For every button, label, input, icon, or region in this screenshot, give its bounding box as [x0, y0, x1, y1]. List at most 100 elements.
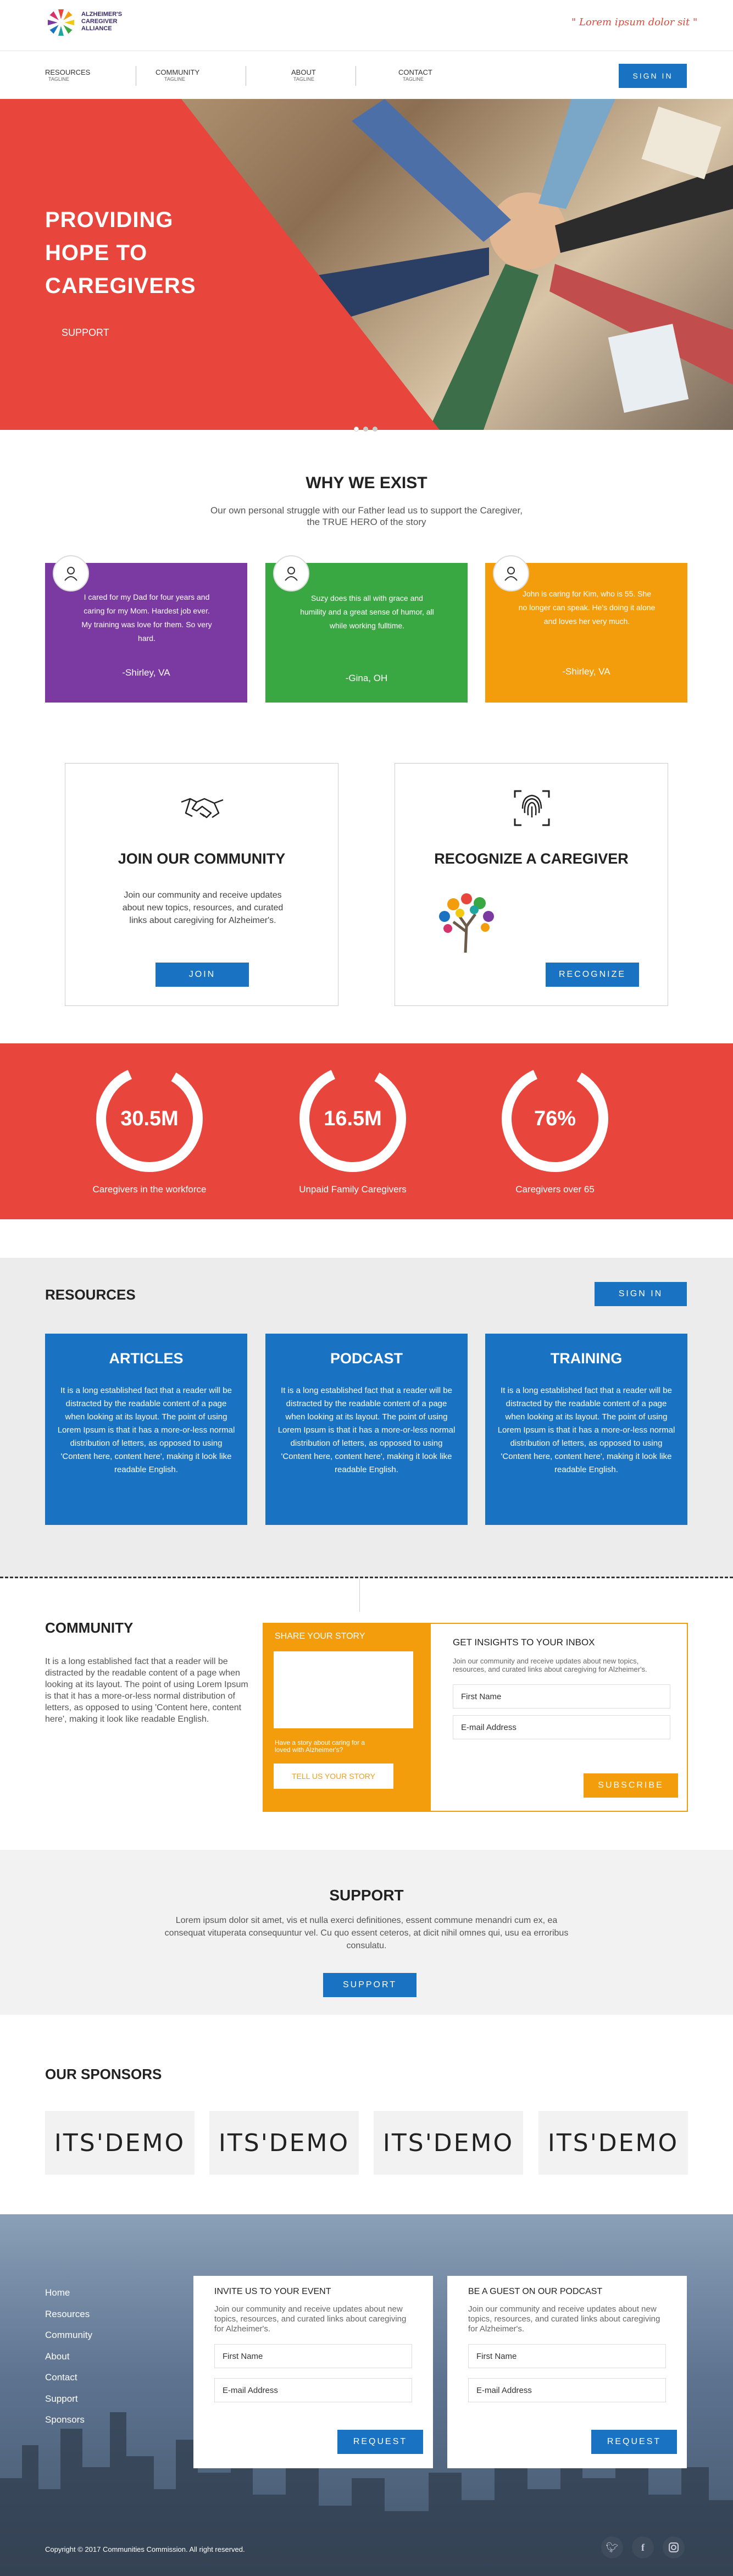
- carousel-dot[interactable]: [354, 427, 359, 432]
- footer-links: Home Resources Community About Contact S…: [45, 2282, 92, 2431]
- support-text: Lorem ipsum dolor sit amet, vis et nulla…: [164, 1916, 569, 1950]
- invite-event-card: INVITE US TO YOUR EVENT Join our communi…: [193, 2276, 433, 2468]
- facebook-icon[interactable]: f: [632, 2536, 654, 2558]
- nav-label: COMMUNITY: [156, 68, 200, 76]
- fingerprint-icon: [514, 790, 550, 826]
- nav-community[interactable]: COMMUNITY TAGLINE: [156, 68, 199, 82]
- resource-card-text: It is a long established fact that a rea…: [57, 1386, 235, 1474]
- stat-label: Caregivers over 65: [515, 1184, 595, 1195]
- support-button[interactable]: SUPPORT: [323, 1973, 417, 1997]
- insights-title: GET INSIGHTS TO YOUR INBOX: [453, 1637, 595, 1648]
- join-community-box: JOIN OUR COMMUNITY Join our community an…: [65, 763, 338, 1006]
- resource-card-articles[interactable]: ARTICLES It is a long established fact t…: [45, 1334, 247, 1525]
- resource-card-text: It is a long established fact that a rea…: [277, 1386, 456, 1474]
- instagram-icon[interactable]: [663, 2536, 685, 2558]
- recognize-button[interactable]: RECOGNIZE: [546, 963, 639, 987]
- first-name-input[interactable]: First Name: [453, 1684, 670, 1709]
- why-subtitle: Our own personal struggle with our Fathe…: [210, 505, 523, 527]
- nav-tagline: TAGLINE: [403, 76, 424, 82]
- stat-value: 16.5M: [324, 1107, 382, 1130]
- twitter-icon[interactable]: 🐦︎: [601, 2536, 623, 2558]
- resource-card-training[interactable]: TRAINING It is a long established fact t…: [485, 1334, 687, 1525]
- resource-card-title: PODCAST: [330, 1350, 403, 1367]
- insights-panel: GET INSIGHTS TO YOUR INBOX Join our comm…: [430, 1623, 688, 1812]
- hero-banner: PROVIDING HOPE TO CAREGIVERS SUPPORT: [0, 99, 733, 430]
- join-button[interactable]: JOIN: [156, 963, 249, 987]
- stat-value: 76%: [534, 1107, 576, 1130]
- footer-link-resources[interactable]: Resources: [45, 2304, 92, 2325]
- podcast-guest-title: BE A GUEST ON OUR PODCAST: [468, 2287, 603, 2296]
- share-story-panel: SHARE YOUR STORY Have a story about cari…: [263, 1623, 430, 1812]
- join-title: JOIN OUR COMMUNITY: [118, 850, 286, 867]
- footer-link-sponsors[interactable]: Sponsors: [45, 2409, 92, 2431]
- carousel-dot[interactable]: [373, 427, 377, 432]
- resource-card-title: TRAINING: [550, 1350, 623, 1367]
- event-first-name-input[interactable]: First Name: [214, 2344, 412, 2368]
- vertical-divider: [359, 1579, 360, 1612]
- footer-link-about[interactable]: About: [45, 2346, 92, 2368]
- user-avatar-icon: [273, 555, 309, 592]
- footer-link-community[interactable]: Community: [45, 2325, 92, 2346]
- footer-link-support[interactable]: Support: [45, 2389, 92, 2410]
- testimonial-text: John is caring for Kim, who is 55. She n…: [518, 589, 656, 626]
- footer-link-contact[interactable]: Contact: [45, 2367, 92, 2389]
- user-avatar-icon: [493, 555, 529, 592]
- nav-about[interactable]: ABOUT TAGLINE: [291, 68, 316, 82]
- email-input[interactable]: E-mail Address: [453, 1715, 670, 1739]
- carousel-dot[interactable]: [363, 427, 368, 432]
- testimonial-author: -Gina, OH: [345, 673, 388, 683]
- recognize-title: RECOGNIZE A CAREGIVER: [434, 850, 629, 867]
- handshake-icon: [181, 798, 224, 819]
- sponsor-logo[interactable]: ITS'DEMO: [538, 2111, 688, 2175]
- community-title: COMMUNITY: [45, 1619, 134, 1636]
- event-email-input[interactable]: E-mail Address: [214, 2378, 412, 2402]
- stat-value: 30.5M: [120, 1107, 179, 1130]
- sponsor-logo[interactable]: ITS'DEMO: [45, 2111, 195, 2175]
- resources-sign-in-button[interactable]: SIGN IN: [595, 1282, 687, 1306]
- why-title: WHY WE EXIST: [306, 474, 427, 492]
- insights-text: Join our community and receive updates a…: [453, 1657, 647, 1673]
- testimonial-author: -Shirley, VA: [562, 666, 610, 677]
- community-text: It is a long established fact that a rea…: [45, 1657, 248, 1724]
- subscribe-button[interactable]: SUBSCRIBE: [584, 1773, 678, 1798]
- testimonial-text: I cared for my Dad for four years and ca…: [81, 593, 212, 643]
- sponsor-logo[interactable]: ITS'DEMO: [374, 2111, 523, 2175]
- logo-text: ALZHEIMER'S CAREGIVER ALLIANCE: [81, 11, 123, 32]
- carousel-dots: [352, 424, 380, 434]
- podcast-email-input[interactable]: E-mail Address: [468, 2378, 666, 2402]
- story-textarea[interactable]: [274, 1651, 413, 1728]
- event-request-button[interactable]: REQUEST: [337, 2430, 423, 2454]
- zigzag-divider: [0, 1214, 733, 1223]
- hero-title: PROVIDING HOPE TO CAREGIVERS: [45, 208, 196, 298]
- logo-icon[interactable]: [45, 7, 77, 38]
- nav-resources[interactable]: RESOURCES TAGLINE: [45, 68, 90, 82]
- share-story-title: SHARE YOUR STORY: [275, 1632, 365, 1641]
- podcast-guest-card: BE A GUEST ON OUR PODCAST Join our commu…: [447, 2276, 687, 2468]
- user-avatar-icon: [53, 555, 89, 592]
- stat-label: Caregivers in the workforce: [92, 1184, 207, 1195]
- dashed-divider: [0, 1577, 733, 1578]
- invite-event-text: Join our community and receive updates a…: [214, 2304, 407, 2334]
- hero-support-link[interactable]: SUPPORT: [62, 327, 109, 339]
- podcast-request-button[interactable]: REQUEST: [591, 2430, 677, 2454]
- header-tagline: " Lorem ipsum dolor sit ": [571, 16, 698, 28]
- nav-contact[interactable]: CONTACT TAGLINE: [398, 68, 432, 82]
- sponsor-logo[interactable]: ITS'DEMO: [209, 2111, 359, 2175]
- copyright: Copyright © 2017 Communities Commission.…: [45, 2545, 245, 2553]
- footer-link-home[interactable]: Home: [45, 2282, 92, 2304]
- podcast-first-name-input[interactable]: First Name: [468, 2344, 666, 2368]
- tell-story-button[interactable]: TELL US YOUR STORY: [274, 1764, 393, 1789]
- nav-label: ABOUT: [291, 68, 316, 76]
- testimonial-author: -Shirley, VA: [122, 667, 170, 678]
- resources-title: RESOURCES: [45, 1286, 136, 1303]
- nav-label: CONTACT: [398, 68, 432, 76]
- story-prompt: Have a story about caring for a loved wi…: [275, 1739, 365, 1754]
- resource-card-podcast[interactable]: PODCAST It is a long established fact th…: [265, 1334, 468, 1525]
- header-sign-in-button[interactable]: SIGN IN: [619, 64, 687, 88]
- nav-label: RESOURCES: [45, 68, 91, 76]
- tree-icon: [439, 893, 494, 953]
- sponsors-title: OUR SPONSORS: [45, 2066, 162, 2082]
- resource-card-title: ARTICLES: [109, 1350, 184, 1367]
- resource-card-text: It is a long established fact that a rea…: [497, 1386, 675, 1474]
- nav-tagline: TAGLINE: [164, 76, 185, 82]
